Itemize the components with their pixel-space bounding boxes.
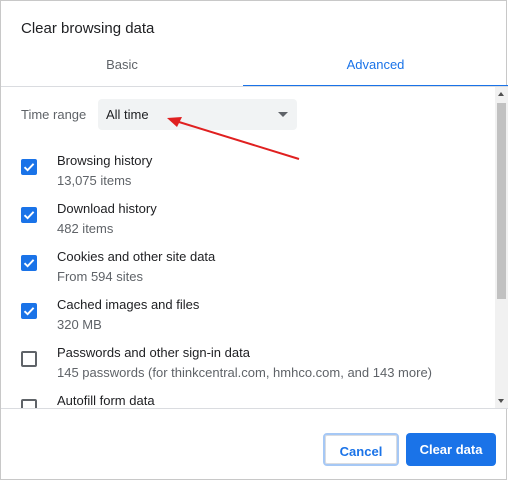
- item-title: Cookies and other site data: [57, 249, 216, 264]
- item-subtitle: 13,075 items: [57, 173, 132, 188]
- tab-basic[interactable]: Basic: [1, 51, 243, 85]
- item-subtitle: 482 items: [57, 221, 114, 236]
- checkmark-icon: [23, 163, 35, 172]
- item-title: Download history: [57, 201, 157, 216]
- clear-data-button[interactable]: Clear data: [406, 433, 496, 466]
- checkbox-cached-images[interactable]: [21, 303, 37, 319]
- list-item: Browsing history 13,075 items: [1, 153, 495, 197]
- item-title: Browsing history: [57, 153, 153, 168]
- checkmark-icon: [23, 307, 35, 316]
- checkmark-icon: [23, 211, 35, 220]
- item-subtitle: 320 MB: [57, 317, 102, 332]
- list-item: Autofill form data: [1, 393, 495, 408]
- tab-bar: Basic Advanced: [1, 51, 508, 87]
- checkbox-download-history[interactable]: [21, 207, 37, 223]
- item-title: Autofill form data: [57, 393, 155, 408]
- checkbox-passwords[interactable]: [21, 351, 37, 367]
- footer-divider: [1, 408, 508, 409]
- checkmark-icon: [23, 259, 35, 268]
- chevron-down-icon: [278, 112, 288, 117]
- cancel-button[interactable]: Cancel: [323, 433, 399, 466]
- list-item: Download history 482 items: [1, 201, 495, 245]
- time-range-label: Time range: [21, 107, 87, 122]
- checkbox-autofill[interactable]: [21, 399, 37, 408]
- item-subtitle: 145 passwords (for thinkcentral.com, hmh…: [57, 365, 433, 380]
- time-range-value: All time: [106, 107, 149, 122]
- tab-advanced[interactable]: Advanced: [243, 51, 508, 87]
- list-item: Cookies and other site data From 594 sit…: [1, 249, 495, 293]
- scrollbar-thumb[interactable]: [497, 103, 506, 299]
- item-subtitle: From 594 sites: [57, 269, 143, 284]
- dialog-title: Clear browsing data: [21, 20, 155, 37]
- advanced-panel: Time range All time Browsing history 13,…: [1, 87, 495, 408]
- scrollbar[interactable]: [495, 87, 508, 408]
- scroll-down-icon[interactable]: [498, 399, 504, 403]
- list-item: Passwords and other sign-in data 145 pas…: [1, 345, 495, 389]
- time-range-select[interactable]: All time: [98, 99, 297, 130]
- item-title: Cached images and files: [57, 297, 200, 312]
- item-title: Passwords and other sign-in data: [57, 345, 250, 360]
- list-item: Cached images and files 320 MB: [1, 297, 495, 341]
- scroll-up-icon[interactable]: [498, 92, 504, 96]
- checkbox-browsing-history[interactable]: [21, 159, 37, 175]
- clear-browsing-data-dialog: Clear browsing data Basic Advanced Time …: [0, 0, 508, 480]
- checkbox-cookies[interactable]: [21, 255, 37, 271]
